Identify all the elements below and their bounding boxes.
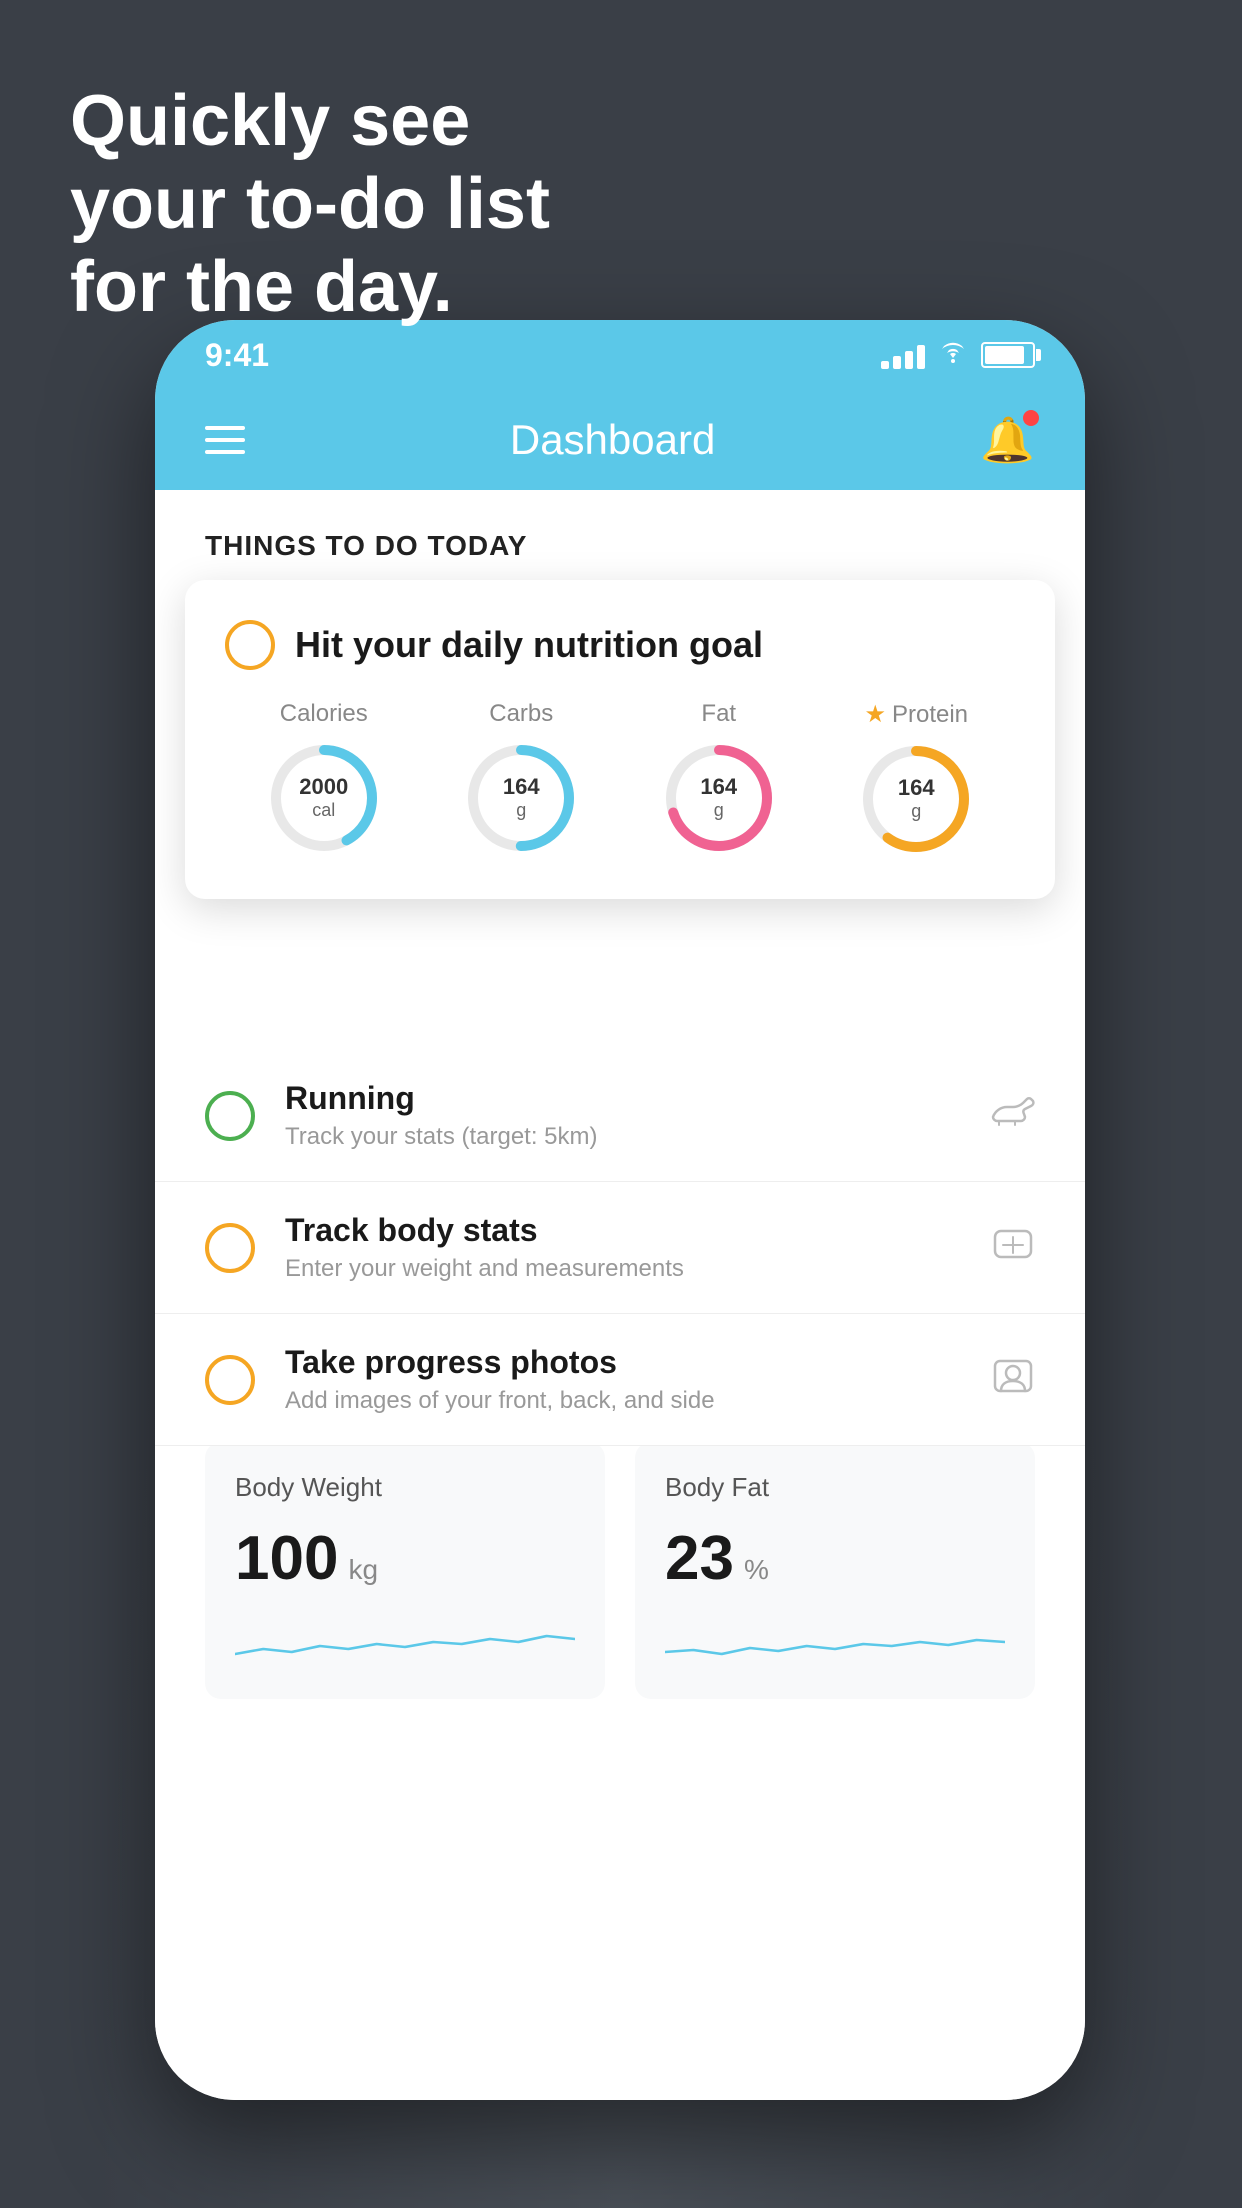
progress-photos-subtitle: Add images of your front, back, and side bbox=[285, 1387, 991, 1415]
progress-photos-checkbox[interactable] bbox=[205, 1355, 255, 1405]
fat-label: Fat bbox=[701, 700, 736, 728]
body-stats-title: Track body stats bbox=[285, 1212, 991, 1249]
notification-dot bbox=[1023, 410, 1039, 426]
progress-cards: Body Weight 100 kg Body Fat 23 % bbox=[205, 1442, 1035, 1699]
body-weight-card[interactable]: Body Weight 100 kg bbox=[205, 1442, 605, 1699]
nutrition-card-title: Hit your daily nutrition goal bbox=[295, 624, 763, 666]
body-stats-checkbox[interactable] bbox=[205, 1223, 255, 1273]
nutrition-item-calories: Calories 2000 cal bbox=[264, 700, 384, 858]
calories-label: Calories bbox=[280, 700, 368, 728]
body-weight-sparkline bbox=[235, 1614, 575, 1664]
app-content: THINGS TO DO TODAY Hit your daily nutrit… bbox=[155, 490, 1085, 2100]
wifi-icon bbox=[937, 339, 969, 371]
body-fat-value-row: 23 % bbox=[665, 1523, 1005, 1594]
battery-icon bbox=[981, 342, 1035, 368]
todo-item-body-stats[interactable]: Track body stats Enter your weight and m… bbox=[155, 1182, 1085, 1314]
protein-label: Protein bbox=[892, 701, 968, 729]
running-checkbox[interactable] bbox=[205, 1091, 255, 1141]
body-fat-unit: % bbox=[744, 1554, 769, 1586]
nutrition-item-carbs: Carbs 164 g bbox=[461, 700, 581, 858]
carbs-donut: 164 g bbox=[461, 738, 581, 858]
fat-donut: 164 g bbox=[659, 738, 779, 858]
running-title: Running bbox=[285, 1080, 991, 1117]
nutrition-item-protein: ★ Protein 164 g bbox=[856, 700, 976, 859]
running-subtitle: Track your stats (target: 5km) bbox=[285, 1123, 991, 1151]
body-stats-subtitle: Enter your weight and measurements bbox=[285, 1255, 991, 1283]
shoe-icon bbox=[991, 1093, 1035, 1138]
body-fat-card[interactable]: Body Fat 23 % bbox=[635, 1442, 1035, 1699]
protein-label-row: ★ Protein bbox=[864, 700, 968, 729]
body-weight-number: 100 bbox=[235, 1523, 338, 1594]
notifications-button[interactable]: 🔔 bbox=[980, 414, 1035, 466]
status-time: 9:41 bbox=[205, 337, 269, 374]
person-photo-icon bbox=[991, 1353, 1035, 1406]
headline-line2: your to-do list bbox=[70, 164, 550, 244]
card-title-row: Hit your daily nutrition goal bbox=[225, 620, 1015, 670]
scale-icon bbox=[991, 1223, 1035, 1272]
status-bar: 9:41 bbox=[155, 320, 1085, 390]
section-header-today: THINGS TO DO TODAY bbox=[155, 490, 1085, 582]
nutrition-circles: Calories 2000 cal Carbs bbox=[225, 700, 1015, 859]
hamburger-menu-button[interactable] bbox=[205, 426, 245, 454]
protein-donut: 164 g bbox=[856, 739, 976, 859]
star-icon: ★ bbox=[864, 700, 886, 729]
todo-item-running[interactable]: Running Track your stats (target: 5km) bbox=[155, 1050, 1085, 1182]
status-icons bbox=[881, 339, 1035, 371]
carbs-label: Carbs bbox=[489, 700, 553, 728]
progress-photos-title: Take progress photos bbox=[285, 1344, 991, 1381]
headline-line1: Quickly see bbox=[70, 81, 470, 161]
body-fat-number: 23 bbox=[665, 1523, 734, 1594]
nutrition-item-fat: Fat 164 g bbox=[659, 700, 779, 858]
body-weight-title: Body Weight bbox=[235, 1472, 575, 1503]
body-fat-sparkline bbox=[665, 1614, 1005, 1664]
phone-shell: 9:41 bbox=[155, 320, 1085, 2100]
headline: Quickly see your to-do list for the day. bbox=[70, 80, 550, 328]
calories-donut: 2000 cal bbox=[264, 738, 384, 858]
body-weight-unit: kg bbox=[348, 1554, 378, 1586]
nutrition-checkbox[interactable] bbox=[225, 620, 275, 670]
nutrition-card[interactable]: Hit your daily nutrition goal Calories 2… bbox=[185, 580, 1055, 899]
todo-list: Running Track your stats (target: 5km) T… bbox=[155, 1050, 1085, 1446]
todo-item-progress-photos[interactable]: Take progress photos Add images of your … bbox=[155, 1314, 1085, 1446]
body-weight-value-row: 100 kg bbox=[235, 1523, 575, 1594]
signal-bars-icon bbox=[881, 341, 925, 369]
app-header: Dashboard 🔔 bbox=[155, 390, 1085, 490]
headline-line3: for the day. bbox=[70, 247, 453, 327]
body-fat-title: Body Fat bbox=[665, 1472, 1005, 1503]
header-title: Dashboard bbox=[510, 416, 715, 464]
